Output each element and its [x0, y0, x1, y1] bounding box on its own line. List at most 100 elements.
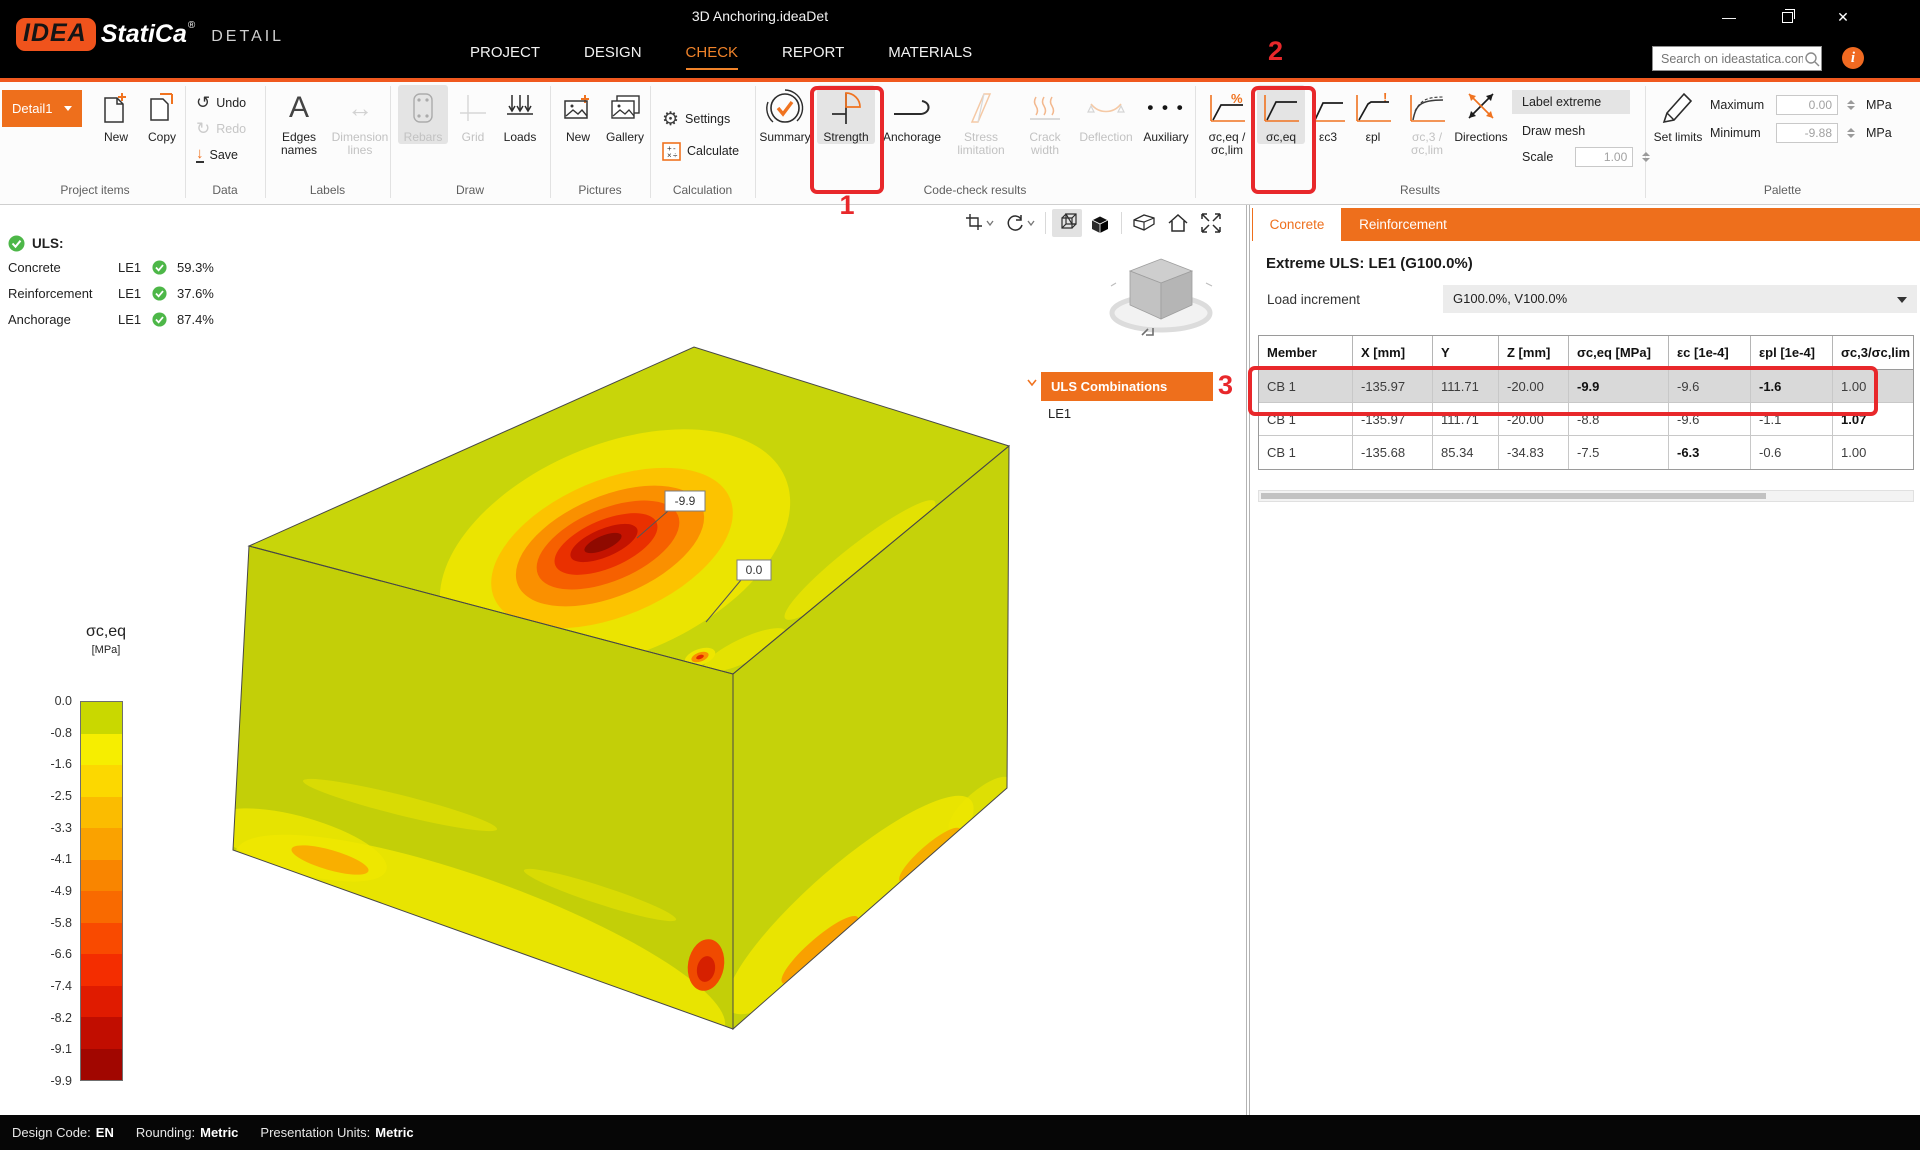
- redo-button[interactable]: ↻ Redo: [196, 118, 246, 140]
- menu-materials[interactable]: MATERIALS: [888, 44, 972, 70]
- scrollbar-thumb[interactable]: [1261, 493, 1766, 499]
- column-header[interactable]: εc [1e-4]: [1669, 336, 1751, 369]
- loads-toggle[interactable]: Loads: [496, 85, 544, 144]
- auxiliary-button[interactable]: • • • Auxiliary: [1139, 85, 1193, 144]
- stress-limitation-icon: [968, 85, 994, 131]
- wireframe-view-button[interactable]: [1052, 209, 1082, 237]
- menu-report[interactable]: REPORT: [782, 44, 844, 70]
- 3d-viewport[interactable]: -9.9 0.0: [0, 205, 1246, 1115]
- directions-button[interactable]: Directions: [1455, 85, 1507, 144]
- minimum-input[interactable]: -9.88: [1776, 123, 1838, 143]
- button-label: New: [104, 131, 128, 144]
- summary-check-button[interactable]: Summary: [758, 85, 812, 144]
- column-header[interactable]: εpl [1e-4]: [1751, 336, 1833, 369]
- minimum-spinner[interactable]: [1847, 128, 1855, 138]
- crack-width-button[interactable]: Crack width: [1017, 85, 1073, 157]
- new-picture-button[interactable]: New: [556, 85, 600, 144]
- table-row[interactable]: CB 1-135.6885.34-34.83-7.5-6.3-0.61.00: [1259, 436, 1913, 469]
- rebars-icon: [410, 85, 436, 131]
- column-header[interactable]: Member: [1259, 336, 1353, 369]
- info-button[interactable]: i: [1842, 47, 1864, 69]
- copy-button[interactable]: Copy: [140, 85, 184, 144]
- table-row[interactable]: CB 1-135.97111.71-20.00-8.8-9.6-1.11.07: [1259, 403, 1913, 436]
- maximum-spinner[interactable]: [1847, 100, 1855, 110]
- tab-concrete[interactable]: Concrete: [1253, 208, 1341, 241]
- search-input[interactable]: Search on ideastatica.com: [1652, 46, 1822, 71]
- result-ec3-button[interactable]: εc3: [1307, 85, 1349, 144]
- calculate-button[interactable]: +-×÷ Calculate: [662, 138, 739, 164]
- column-header[interactable]: σc,3/σc,lim: [1833, 336, 1913, 369]
- tab-reinforcement[interactable]: Reinforcement: [1348, 208, 1458, 241]
- rebars-toggle[interactable]: Rebars: [398, 85, 448, 144]
- label-extreme-toggle[interactable]: Label extreme: [1512, 90, 1630, 114]
- stress-limitation-button[interactable]: Stress limitation: [949, 85, 1013, 157]
- table-row[interactable]: CB 1-135.97111.71-20.00-9.9-9.6-1.61.00: [1259, 370, 1913, 403]
- tree-item-le1[interactable]: LE1: [1048, 406, 1071, 421]
- column-header[interactable]: σc,eq [MPa]: [1569, 336, 1669, 369]
- new-project-item-button[interactable]: New: [94, 85, 138, 144]
- draw-mesh-toggle[interactable]: Draw mesh: [1522, 120, 1585, 142]
- column-header[interactable]: Z [mm]: [1499, 336, 1569, 369]
- uls-utilization: 37.6%: [177, 286, 214, 301]
- tree-item-label: ULS Combinations: [1051, 379, 1167, 394]
- uls-summary-title: ULS:: [8, 233, 64, 253]
- close-button[interactable]: ✕: [1826, 4, 1860, 30]
- table-horizontal-scrollbar[interactable]: [1258, 490, 1914, 502]
- minimize-button[interactable]: —: [1712, 4, 1746, 30]
- table-cell: -9.6: [1669, 370, 1751, 403]
- menu-check[interactable]: CHECK: [686, 44, 739, 70]
- home-view-button[interactable]: [1163, 209, 1193, 237]
- uls-row-reinforcement[interactable]: Reinforcement LE1 37.6%: [8, 285, 214, 302]
- detail-select[interactable]: Detail1: [2, 90, 82, 127]
- svg-text:!: !: [1383, 91, 1387, 105]
- result-sceq-sclim-button[interactable]: % σc,eq / σc,lim: [1199, 85, 1255, 157]
- scale-input[interactable]: 1.00: [1575, 147, 1633, 167]
- anchorage-check-button[interactable]: Anchorage: [879, 85, 945, 144]
- uls-item-name: Concrete: [8, 260, 118, 275]
- set-limits-button[interactable]: Set limits: [1652, 85, 1704, 144]
- menu-design[interactable]: DESIGN: [584, 44, 642, 70]
- save-button[interactable]: ↓ Save: [196, 144, 238, 166]
- button-label: σc,3 / σc,lim: [1397, 131, 1457, 157]
- design-code-value: EN: [96, 1125, 114, 1140]
- restore-button[interactable]: [1770, 4, 1804, 30]
- zoom-fit-button[interactable]: [1196, 209, 1226, 237]
- scale-quantity: σc,eq: [56, 623, 156, 641]
- strength-check-button[interactable]: Strength: [817, 85, 875, 144]
- uls-load-case: LE1: [118, 286, 152, 301]
- rotate-view-button[interactable]: [1001, 209, 1039, 237]
- button-label: Stress limitation: [949, 131, 1013, 157]
- maximum-input[interactable]: 0.00: [1776, 95, 1838, 115]
- new-image-icon: [562, 85, 594, 131]
- column-header[interactable]: X [mm]: [1353, 336, 1433, 369]
- table-cell: -135.68: [1353, 436, 1433, 469]
- navigation-cube[interactable]: [1108, 243, 1214, 339]
- grid-toggle[interactable]: Grid: [452, 85, 494, 144]
- edges-names-button[interactable]: A Edges names: [272, 85, 326, 157]
- loads-icon: [504, 85, 536, 131]
- result-sceq-button[interactable]: σc,eq: [1257, 85, 1305, 144]
- gallery-button[interactable]: Gallery: [602, 85, 648, 144]
- menu-project[interactable]: PROJECT: [470, 44, 540, 70]
- uls-row-concrete[interactable]: Concrete LE1 59.3%: [8, 259, 214, 276]
- column-header[interactable]: Y: [1433, 336, 1499, 369]
- panel-divider[interactable]: [1246, 205, 1250, 1115]
- result-sc3-sclim-button[interactable]: σc,3 / σc,lim: [1397, 85, 1457, 157]
- uls-row-anchorage[interactable]: Anchorage LE1 87.4%: [8, 311, 214, 328]
- button-label: Set limits: [1654, 131, 1703, 144]
- chevron-down-icon[interactable]: [1026, 377, 1038, 387]
- scale-spinner[interactable]: [1642, 152, 1650, 162]
- dimension-lines-button[interactable]: ↔ Dimension lines: [330, 85, 390, 157]
- solid-view-button[interactable]: [1085, 209, 1115, 237]
- deflection-button[interactable]: Deflection: [1077, 85, 1135, 144]
- clipped-view-button[interactable]: [1128, 209, 1160, 237]
- rounding-label: Rounding:: [136, 1125, 195, 1140]
- section-tool-button[interactable]: [960, 209, 998, 237]
- load-increment-select[interactable]: G100.0%, V100.0%: [1443, 285, 1917, 313]
- uls-load-case: LE1: [118, 260, 152, 275]
- undo-button[interactable]: ↺ Undo: [196, 92, 246, 114]
- result-epl-button[interactable]: ! εpl: [1351, 85, 1395, 144]
- settings-button[interactable]: ⚙ Settings: [662, 106, 730, 132]
- tree-item-uls-combinations[interactable]: ULS Combinations: [1041, 372, 1213, 401]
- uls-item-name: Anchorage: [8, 312, 118, 327]
